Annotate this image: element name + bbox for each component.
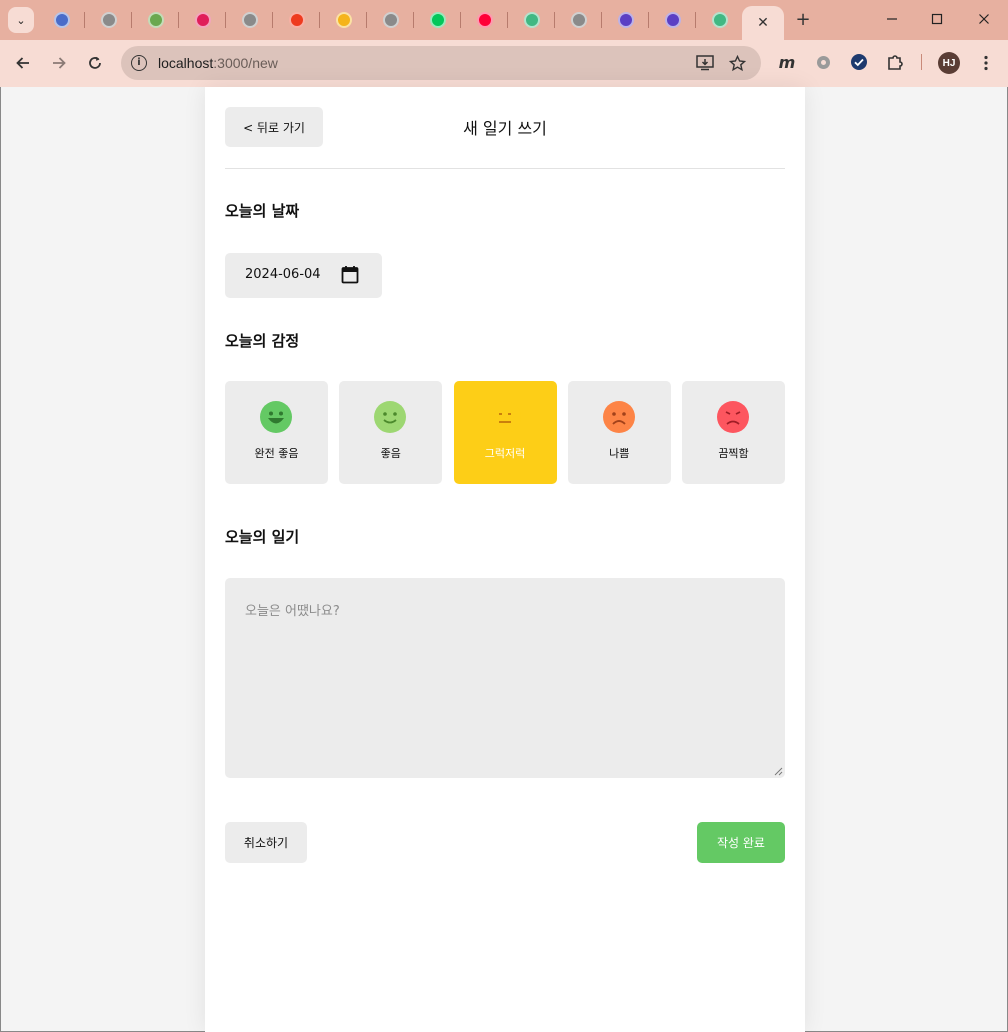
browser-tab-bar: ⌄ ✕ +	[0, 0, 1008, 40]
blue-circle-favicon	[53, 12, 70, 28]
browser-tab[interactable]	[367, 8, 414, 32]
so-so-face-icon	[488, 401, 521, 433]
browser-tab[interactable]	[461, 8, 508, 32]
emotion-item-very-good[interactable]: 완전 좋음	[225, 381, 328, 484]
date-value: 2024-06-04	[245, 267, 321, 282]
active-tab[interactable]: ✕	[742, 6, 784, 40]
gray-circle-favicon	[570, 12, 587, 28]
back-nav-button[interactable]	[11, 52, 35, 74]
emotion-label: 좋음	[380, 447, 401, 460]
check-extension-icon[interactable]	[849, 52, 869, 72]
gray-circle-favicon	[100, 12, 117, 28]
tab-search-button[interactable]: ⌄	[8, 7, 34, 33]
emotion-item-terrible[interactable]: 끔찍함	[682, 381, 785, 484]
red-square-favicon	[288, 12, 305, 28]
purple-circle-favicon	[617, 12, 634, 28]
chevron-down-icon: ⌄	[16, 13, 26, 27]
close-window-button[interactable]	[969, 8, 999, 30]
browser-tab[interactable]	[226, 8, 273, 32]
minimize-button[interactable]	[877, 8, 907, 30]
browser-tab[interactable]	[649, 8, 696, 32]
browser-tab[interactable]	[320, 8, 367, 32]
submit-button[interactable]: 작성 완료	[697, 822, 785, 863]
resize-grip-icon[interactable]	[774, 767, 783, 776]
url-path: :3000/new	[213, 55, 278, 71]
date-section-title: 오늘의 날짜	[225, 202, 300, 220]
install-icon	[696, 55, 714, 71]
forward-nav-button[interactable]	[47, 52, 71, 74]
browser-menu-button[interactable]	[976, 52, 996, 74]
emotion-item-bad[interactable]: 나쁨	[567, 381, 671, 484]
toolbar-divider	[921, 54, 922, 70]
url-host: localhost	[158, 55, 214, 71]
browser-tab[interactable]	[273, 8, 320, 32]
url-text[interactable]: localhost:3000/new	[158, 55, 278, 71]
emotion-item-so-so[interactable]: 그럭저럭	[453, 381, 557, 484]
very-good-face-icon	[260, 401, 292, 433]
maximize-button[interactable]	[922, 8, 952, 30]
arrow-left-icon	[16, 57, 29, 69]
gear-extension-icon[interactable]	[813, 52, 833, 72]
cancel-button[interactable]: 취소하기	[225, 822, 307, 863]
vue-favicon	[711, 12, 728, 28]
reload-button[interactable]	[83, 52, 107, 74]
browser-tab[interactable]	[132, 8, 179, 32]
puzzle-extensions-icon[interactable]	[885, 52, 905, 72]
header-divider	[225, 168, 785, 169]
emotion-label: 그럭저럭	[484, 447, 526, 460]
11st-favicon	[476, 12, 493, 28]
date-input[interactable]: 2024-06-04	[225, 253, 382, 298]
diary-placeholder: 오늘은 어땠나요?	[245, 604, 340, 619]
emotion-section-title: 오늘의 감정	[225, 332, 300, 350]
browser-tab[interactable]	[179, 8, 226, 32]
gray-circle-favicon	[241, 12, 258, 28]
gray-circle-favicon	[382, 12, 399, 28]
good-face-icon	[374, 401, 407, 433]
install-app-button[interactable]	[695, 53, 715, 73]
browser-tab[interactable]	[555, 8, 602, 32]
new-tab-button[interactable]: +	[792, 8, 814, 30]
emotion-label: 완전 좋음	[254, 447, 299, 460]
page-viewport: < 뒤로 가기 새 일기 쓰기 오늘의 날짜 2024-06-04 오늘의 감정…	[0, 87, 1008, 1032]
terrible-face-icon	[717, 401, 749, 433]
m-extension-icon[interactable]: m	[777, 52, 797, 72]
close-icon[interactable]: ✕	[757, 15, 769, 31]
star-icon	[728, 54, 746, 71]
browser-tab[interactable]	[85, 8, 132, 32]
vue-favicon	[523, 12, 540, 28]
slack-favicon	[194, 12, 211, 28]
profile-avatar[interactable]: HJ	[938, 52, 960, 74]
reload-icon	[89, 56, 101, 69]
purple-circle-favicon	[664, 12, 681, 28]
site-info-icon[interactable]: i	[131, 55, 147, 71]
arrow-right-icon	[53, 57, 66, 69]
emotion-item-good[interactable]: 좋음	[339, 381, 443, 484]
k-favicon	[335, 12, 352, 28]
browser-tab[interactable]	[508, 8, 555, 32]
minimize-icon	[887, 18, 897, 20]
naver-favicon	[429, 12, 446, 28]
green-circle-favicon	[147, 12, 164, 28]
browser-tab[interactable]	[602, 8, 649, 32]
emotion-label: 나쁨	[609, 447, 630, 460]
browser-tab[interactable]	[414, 8, 461, 32]
close-icon	[979, 14, 989, 24]
maximize-icon	[931, 13, 943, 25]
calendar-icon[interactable]	[341, 265, 359, 284]
emotion-label: 끔찍함	[718, 447, 749, 460]
bookmark-star-button[interactable]	[727, 53, 747, 73]
kebab-menu-icon	[984, 55, 988, 71]
browser-tab[interactable]	[38, 8, 85, 32]
bad-face-icon	[602, 401, 635, 433]
diary-section-title: 오늘의 일기	[225, 528, 300, 546]
plus-icon: +	[795, 8, 811, 30]
page-title: 새 일기 쓰기	[463, 119, 547, 138]
diary-editor: < 뒤로 가기 새 일기 쓰기 오늘의 날짜 2024-06-04 오늘의 감정…	[205, 87, 805, 1032]
browser-tab[interactable]	[696, 8, 743, 32]
diary-textarea[interactable]: 오늘은 어땠나요?	[225, 578, 785, 778]
